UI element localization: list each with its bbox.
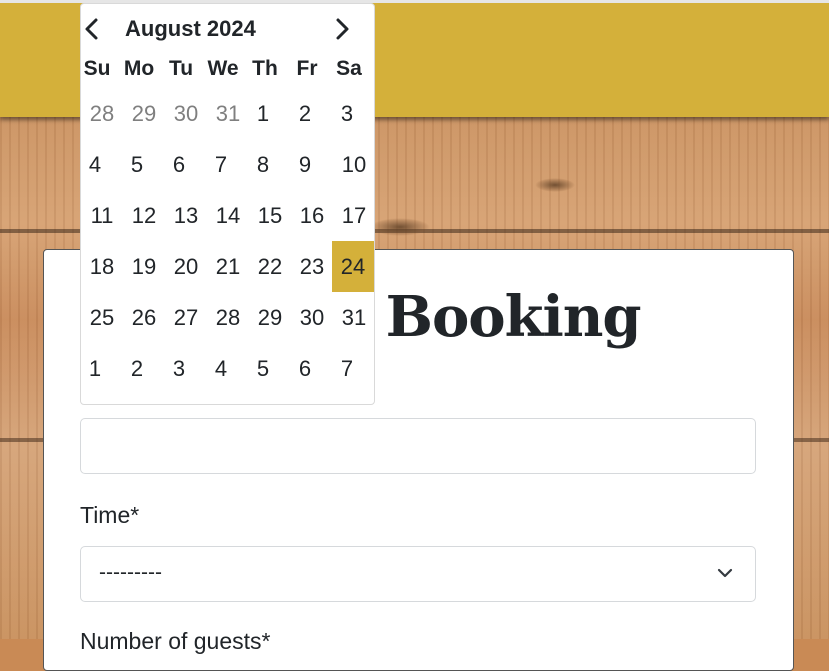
calendar-day[interactable]: 8 <box>242 139 284 190</box>
calendar-day[interactable]: 4 <box>200 343 242 394</box>
calendar-day-selected[interactable]: 24 <box>332 241 374 292</box>
weekday-header: Su <box>83 57 111 80</box>
calendar-day[interactable]: 3 <box>326 88 368 139</box>
weekday-header: Sa <box>336 57 362 80</box>
calendar-day[interactable]: 29 <box>123 88 165 139</box>
calendar-day[interactable]: 11 <box>81 190 123 241</box>
calendar-day[interactable]: 29 <box>249 292 291 343</box>
time-select[interactable]: --------- <box>80 546 756 602</box>
calendar-day[interactable]: 5 <box>116 139 158 190</box>
chevron-right-icon[interactable] <box>333 17 351 41</box>
weekday-header: Tu <box>168 57 194 80</box>
time-label: Time* <box>80 502 140 528</box>
calendar-day[interactable]: 13 <box>165 190 207 241</box>
date-field[interactable] <box>80 418 756 474</box>
datepicker-month-label: August 2024 <box>125 16 256 41</box>
calendar-day[interactable]: 1 <box>74 343 116 394</box>
calendar-day[interactable]: 28 <box>207 292 249 343</box>
calendar-day[interactable]: 17 <box>333 190 375 241</box>
calendar-day[interactable]: 7 <box>200 139 242 190</box>
calendar-day[interactable]: 2 <box>284 88 326 139</box>
weekday-header: We <box>207 57 239 80</box>
calendar-day[interactable]: 10 <box>333 139 375 190</box>
calendar-day[interactable]: 6 <box>158 139 200 190</box>
calendar-day[interactable]: 4 <box>74 139 116 190</box>
calendar-day[interactable]: 12 <box>123 190 165 241</box>
calendar-day[interactable]: 1 <box>242 88 284 139</box>
calendar-day[interactable]: 19 <box>123 241 165 292</box>
calendar-day[interactable]: 14 <box>207 190 249 241</box>
calendar-day[interactable]: 27 <box>165 292 207 343</box>
calendar-day[interactable]: 30 <box>291 292 333 343</box>
calendar-day[interactable]: 6 <box>284 343 326 394</box>
calendar-day[interactable]: 23 <box>291 241 333 292</box>
calendar-day[interactable]: 30 <box>165 88 207 139</box>
wood-knot <box>370 218 430 236</box>
chevron-down-icon <box>717 568 733 578</box>
chevron-left-icon[interactable] <box>83 17 101 41</box>
calendar-day[interactable]: 20 <box>165 241 207 292</box>
weekday-header: Fr <box>296 57 318 80</box>
calendar-day[interactable]: 9 <box>284 139 326 190</box>
calendar-day[interactable]: 18 <box>81 241 123 292</box>
calendar-day[interactable]: 28 <box>81 88 123 139</box>
calendar-day[interactable]: 31 <box>333 292 375 343</box>
wood-knot <box>535 178 575 192</box>
calendar-day[interactable]: 25 <box>81 292 123 343</box>
calendar-day[interactable]: 26 <box>123 292 165 343</box>
calendar-day[interactable]: 5 <box>242 343 284 394</box>
calendar-day[interactable]: 2 <box>116 343 158 394</box>
calendar-day[interactable]: 7 <box>326 343 368 394</box>
time-select-value: --------- <box>99 561 162 584</box>
guests-label: Number of guests* <box>80 628 271 654</box>
datepicker-popup: August 2024 Su Mo Tu We Th Fr Sa 28 29 30 31 1 2 3 4 5 6… <box>80 3 375 405</box>
calendar-day[interactable]: 16 <box>291 190 333 241</box>
datepicker-header: August 2024 <box>81 4 374 54</box>
calendar-day[interactable]: 21 <box>207 241 249 292</box>
calendar-day[interactable]: 3 <box>158 343 200 394</box>
calendar-day[interactable]: 22 <box>249 241 291 292</box>
weekday-header: Mo <box>123 57 155 80</box>
calendar-day[interactable]: 15 <box>249 190 291 241</box>
weekday-header: Th <box>252 57 278 80</box>
